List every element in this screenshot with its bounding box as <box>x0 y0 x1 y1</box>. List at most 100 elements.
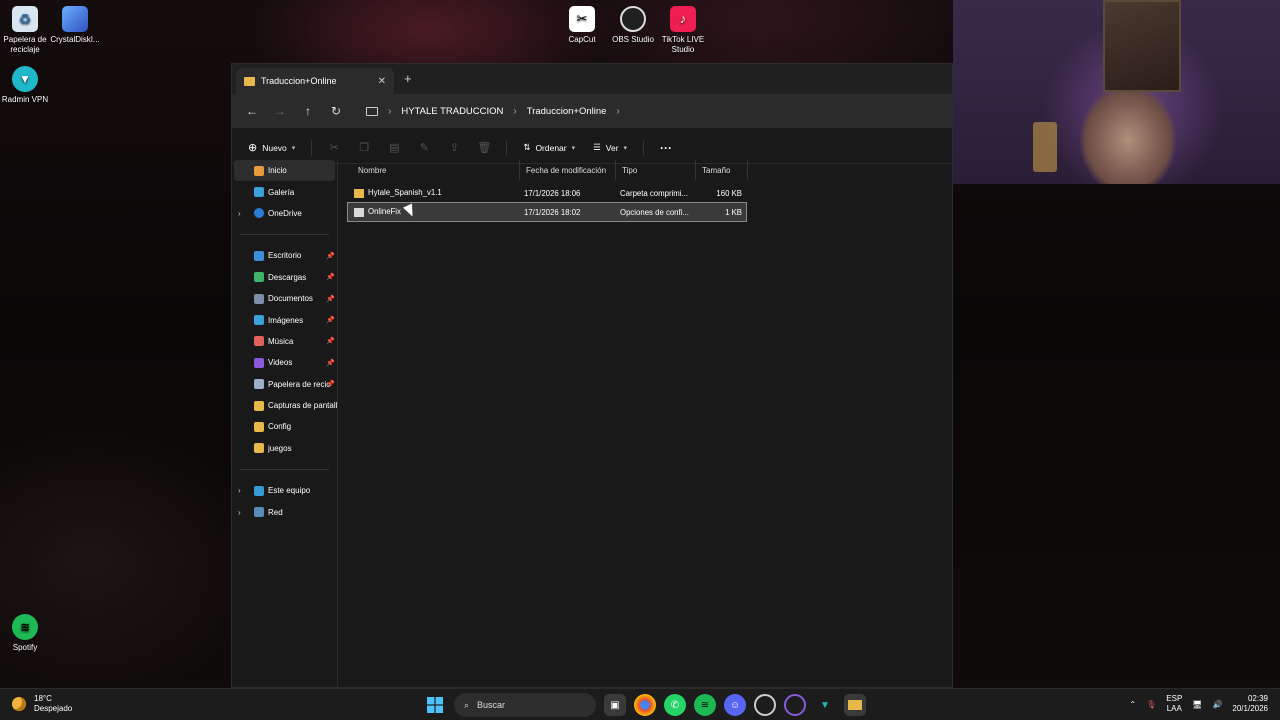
rename-icon[interactable]: ✎ <box>412 136 436 160</box>
nav-item-quick-access[interactable]: Escritorio 📌 <box>232 245 337 266</box>
pin-icon[interactable]: 📌 <box>326 316 335 324</box>
folder-icon <box>244 76 255 86</box>
network-status-icon[interactable]: 🖥 <box>1192 700 1202 709</box>
radmin-taskbar-icon[interactable]: ▼ <box>814 694 836 716</box>
nav-item-inicio[interactable]: Inicio <box>234 160 335 182</box>
radmin-vpn-icon: ▼ <box>12 66 38 92</box>
nav-item-quick-access[interactable]: Papelera de recic 📌 <box>232 374 337 395</box>
crystaldisk-icon <box>62 6 88 32</box>
spotify-desktop-icon[interactable]: ≋ Spotify <box>0 614 57 653</box>
network-icon <box>254 507 264 518</box>
microphone-icon[interactable]: 🎙 <box>1146 700 1156 709</box>
file-size: 1 KB <box>725 207 742 217</box>
delete-icon[interactable]: 🗑 <box>472 136 496 160</box>
file-type: Carpeta comprimi... <box>620 188 689 198</box>
paste-icon[interactable]: ▤ <box>382 136 406 160</box>
system-tray: ⌃ 🎙 ESP LAA 🖥 🔊 02:39 20/1/2026 <box>1129 694 1268 714</box>
tiktok-live-desktop-icon[interactable]: ♪ TikTok LIVE Studio <box>651 6 715 55</box>
quick-access-list: Escritorio 📌 Descargas 📌 Documentos 📌 Imágenes… <box>232 245 337 459</box>
whatsapp-icon[interactable]: ✆ <box>664 694 686 716</box>
radmin-vpn-desktop-icon[interactable]: ▼ Radmin VPN <box>0 66 57 105</box>
nav-item-quick-access[interactable]: Documentos 📌 <box>232 288 337 309</box>
nav-item-galeria[interactable]: Galería <box>232 181 337 202</box>
weather-widget[interactable]: 18°C Despejado <box>12 694 72 714</box>
column-modified[interactable]: Fecha de modificación <box>520 160 616 180</box>
view-icon: ☰ <box>593 142 601 152</box>
search-icon: ⌕ <box>464 699 470 710</box>
file-name: OnlineFix <box>368 207 401 217</box>
language-indicator[interactable]: ESP LAA <box>1166 694 1182 714</box>
tab-traduccion-online[interactable]: Traduccion+Online ✕ <box>236 68 394 94</box>
discord-icon[interactable]: ☺ <box>724 694 746 716</box>
new-tab-button[interactable]: + <box>404 71 412 86</box>
cloud-icon <box>254 208 264 219</box>
title-bar: Traduccion+Online ✕ + <box>232 64 952 94</box>
nav-item-quick-access[interactable]: juegos <box>232 438 337 459</box>
sort-button[interactable]: ⇅ Ordenar ▾ <box>517 136 581 160</box>
new-button[interactable]: ⊕ Nuevo ▾ <box>242 136 301 160</box>
back-icon[interactable]: ← <box>240 99 264 123</box>
file-name: Hytale_Spanish_v1.1 <box>368 188 442 198</box>
start-button[interactable] <box>424 694 446 716</box>
pin-icon[interactable]: 📌 <box>326 273 335 281</box>
search-box[interactable]: ⌕ Buscar <box>454 693 596 717</box>
refresh-icon[interactable]: ↻ <box>324 99 348 123</box>
pin-icon[interactable]: 📌 <box>326 337 335 345</box>
copy-icon[interactable]: ❐ <box>352 136 376 160</box>
chevron-up-icon[interactable]: ⌃ <box>1129 700 1136 709</box>
chrome-icon[interactable] <box>634 694 656 716</box>
home-icon <box>254 165 264 176</box>
column-name[interactable]: Nombre <box>338 160 520 180</box>
nav-item-quick-access[interactable]: Capturas de pantall <box>232 395 337 416</box>
plus-circle-icon: ⊕ <box>248 142 258 154</box>
breadcrumb-traduccion-online[interactable]: Traduccion+Online <box>527 106 607 117</box>
file-modified: 17/1/2026 18:02 <box>524 207 581 217</box>
webcam-lamp <box>1033 122 1057 172</box>
chevron-right-icon[interactable]: › <box>238 508 241 517</box>
task-view-icon[interactable]: ▣ <box>604 694 626 716</box>
column-size[interactable]: Tamaño <box>696 160 748 180</box>
file-list: Nombre Fecha de modificación Tipo Tamaño… <box>338 160 952 687</box>
nav-item-onedrive[interactable]: › OneDrive <box>232 203 337 224</box>
share-icon[interactable]: ⇪ <box>442 136 466 160</box>
spotify-icon: ≋ <box>12 614 38 640</box>
nav-item-red[interactable]: › Red <box>232 501 337 522</box>
nav-item-quick-access[interactable]: Videos 📌 <box>232 352 337 373</box>
pin-icon[interactable]: 📌 <box>326 295 335 303</box>
column-type[interactable]: Tipo <box>616 160 696 180</box>
breadcrumb-hytale-traduccion[interactable]: HYTALE TRADUCCION <box>401 106 503 117</box>
webcam-overlay <box>953 0 1280 184</box>
pin-icon[interactable]: 📌 <box>326 380 335 388</box>
pin-icon[interactable]: 📌 <box>326 359 335 367</box>
spotify-taskbar-icon[interactable]: ≋ <box>694 694 716 716</box>
chevron-right-icon[interactable]: › <box>238 486 241 495</box>
view-button[interactable]: ☰ Ver ▾ <box>587 136 633 160</box>
clock[interactable]: 02:39 20/1/2026 <box>1232 694 1268 714</box>
file-type: Opciones de confi... <box>620 207 689 217</box>
gallery-icon <box>254 187 264 198</box>
moon-icon <box>12 697 26 711</box>
app-taskbar-icon[interactable] <box>784 694 806 716</box>
crystaldisk-desktop-icon[interactable]: CrystalDiskI... <box>43 6 107 45</box>
file-row[interactable]: Hytale_Spanish_v1.1 17/1/2026 18:06 Carpet… <box>348 184 746 202</box>
windows-icon <box>427 697 443 713</box>
nav-item-este-equipo[interactable]: › Este equipo <box>232 480 337 501</box>
this-pc-icon[interactable] <box>366 106 378 116</box>
obs-taskbar-icon[interactable] <box>754 694 776 716</box>
folder-icon <box>848 700 862 710</box>
nav-item-quick-access[interactable]: Imágenes 📌 <box>232 309 337 330</box>
forward-icon[interactable]: → <box>268 99 292 123</box>
folder-icon <box>254 443 264 454</box>
nav-item-quick-access[interactable]: Config <box>232 416 337 437</box>
more-options-button[interactable]: ··· <box>654 136 678 160</box>
chevron-right-icon[interactable]: › <box>238 209 241 218</box>
file-explorer-taskbar-icon[interactable] <box>844 694 866 716</box>
volume-icon[interactable]: 🔊 <box>1212 700 1222 709</box>
nav-item-quick-access[interactable]: Música 📌 <box>232 331 337 352</box>
folder-icon <box>254 336 264 347</box>
up-icon[interactable]: ↑ <box>296 99 320 123</box>
cut-icon[interactable]: ✂ <box>322 136 346 160</box>
nav-item-quick-access[interactable]: Descargas 📌 <box>232 267 337 288</box>
close-tab-icon[interactable]: ✕ <box>378 76 386 87</box>
pin-icon[interactable]: 📌 <box>326 252 335 260</box>
